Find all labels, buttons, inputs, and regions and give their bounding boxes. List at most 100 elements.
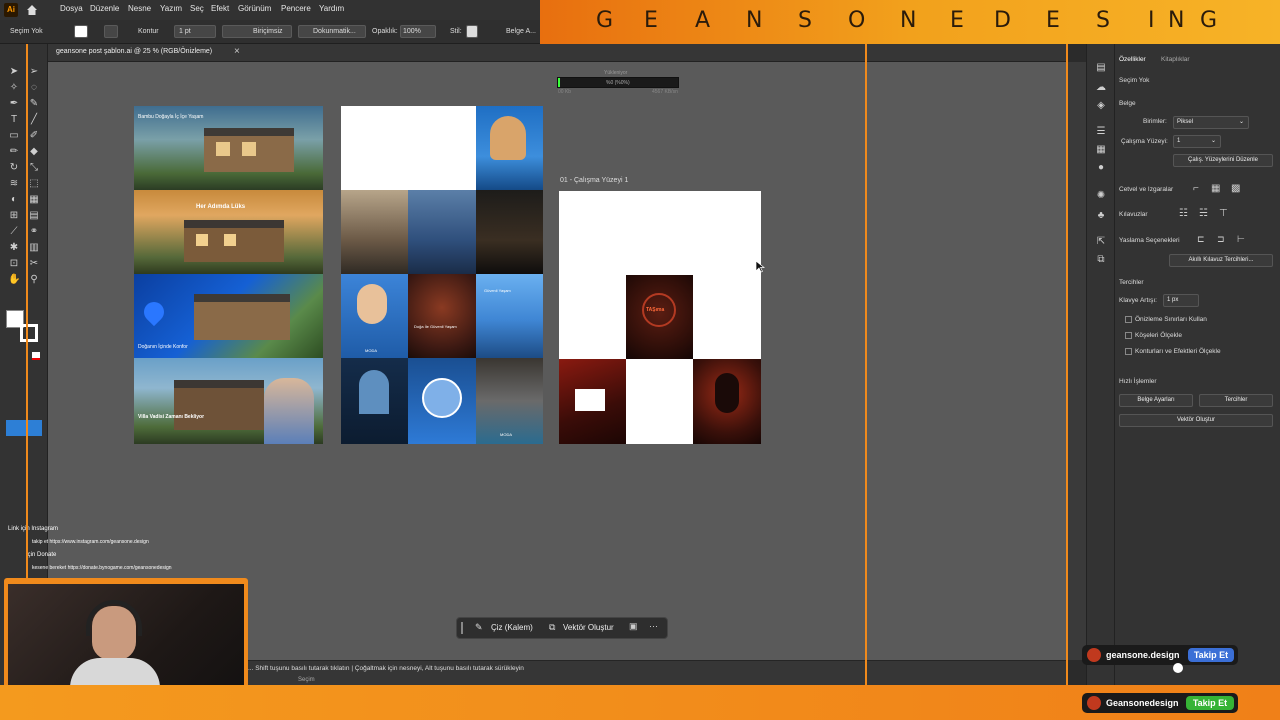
menu-sec[interactable]: Seç: [190, 4, 204, 13]
create-vector-panel-button[interactable]: Vektör Oluştur: [1119, 414, 1273, 427]
artboard-grid[interactable]: MODA Doğa İle Güvenli Yaşam Güvenli Yaşa…: [341, 106, 543, 444]
type-tool-icon[interactable]: T: [8, 114, 20, 126]
create-vector-button[interactable]: Vektör Oluştur: [563, 623, 614, 632]
poster-caption: MODA: [365, 348, 377, 353]
line-tool-icon[interactable]: ╱: [28, 114, 40, 126]
stroke-swatch[interactable]: [104, 25, 118, 38]
tab-properties[interactable]: Özellikler: [1119, 56, 1146, 63]
color-icon[interactable]: ●: [1095, 162, 1107, 174]
artboard-dropdown[interactable]: 1 ⌄: [1173, 135, 1221, 148]
snap-pixel-icon[interactable]: ⊐: [1217, 234, 1225, 245]
stroke-color-swatch[interactable]: [20, 324, 38, 342]
pen-tool-icon[interactable]: ✒: [8, 98, 20, 110]
preview-bounds-checkbox[interactable]: [1125, 316, 1132, 323]
none-swatch[interactable]: [32, 352, 40, 360]
magic-wand-icon[interactable]: ✧: [8, 82, 20, 94]
brush-dropdown[interactable]: Dokunmatik...: [298, 25, 366, 38]
symbols-icon[interactable]: ♣: [1095, 210, 1107, 222]
stroke-weight-field[interactable]: 1 pt: [174, 25, 216, 38]
drag-handle[interactable]: [461, 622, 463, 634]
artboard-tool-icon[interactable]: ⊡: [8, 258, 20, 270]
scale-strokes-checkbox[interactable]: [1125, 348, 1132, 355]
brushes-icon[interactable]: ✺: [1095, 190, 1107, 202]
zoom-icon[interactable]: ⚲: [28, 274, 40, 286]
opacity-label[interactable]: Opaklık:: [372, 28, 398, 35]
lock-guides-icon[interactable]: ☵: [1199, 208, 1208, 219]
fill-swatch[interactable]: [74, 25, 88, 38]
swatches-icon[interactable]: ▦: [1095, 144, 1107, 156]
artboards-icon[interactable]: ⧉: [1095, 254, 1107, 266]
scale-icon[interactable]: ⤡: [28, 162, 40, 174]
perspective-icon[interactable]: ▦: [28, 194, 40, 206]
document-setup-label[interactable]: Belge A...: [506, 28, 536, 35]
follow-button[interactable]: Takip Et: [1188, 648, 1234, 662]
slice-icon[interactable]: ✂: [28, 258, 40, 270]
mesh-icon[interactable]: ⊞: [8, 210, 20, 222]
smart-guides-icon[interactable]: ⊤: [1219, 208, 1228, 219]
artboard-main[interactable]: TAŞıma: [559, 191, 761, 444]
lasso-icon[interactable]: ◌: [28, 82, 40, 94]
edit-artboards-button[interactable]: Çalış. Yüzeylerini Düzenle: [1173, 154, 1273, 167]
shaper-icon[interactable]: ✏: [8, 146, 20, 158]
follow-button[interactable]: Takip Et: [1186, 696, 1234, 710]
symbol-sprayer-icon[interactable]: ✱: [8, 242, 20, 254]
transparency-grid-icon[interactable]: ▩: [1231, 183, 1240, 194]
home-icon[interactable]: [26, 3, 38, 15]
canvas-area[interactable]: Bambu Doğayla İç İçe Yaşam Her Adımda Lü…: [8, 62, 1066, 660]
document-tab[interactable]: geansone post şablon.ai @ 25 % (RGB/Öniz…: [56, 48, 212, 55]
grid-icon[interactable]: ▦: [1211, 183, 1220, 194]
active-tool-highlight[interactable]: [6, 420, 42, 436]
scrollbar-vertical[interactable]: [1068, 62, 1086, 660]
snap-point-icon[interactable]: ⊏: [1197, 234, 1205, 245]
units-dropdown[interactable]: Piksel ⌄: [1173, 116, 1249, 129]
guides-icon[interactable]: ☷: [1179, 208, 1188, 219]
ruler-icon[interactable]: ⌐: [1193, 183, 1199, 194]
graph-icon[interactable]: ▥: [28, 242, 40, 254]
draw-pencil-button[interactable]: Çiz (Kalem): [491, 623, 533, 632]
artboard-villa[interactable]: Bambu Doğayla İç İçe Yaşam Her Adımda Lü…: [134, 106, 323, 444]
close-tab-icon[interactable]: ×: [234, 46, 240, 57]
menu-duzenle[interactable]: Düzenle: [90, 4, 119, 13]
menu-efekt[interactable]: Efekt: [211, 4, 229, 13]
properties-icon[interactable]: ▤: [1095, 62, 1107, 74]
paintbrush-icon[interactable]: ✐: [28, 130, 40, 142]
stroke-label[interactable]: Kontur: [138, 28, 159, 35]
smart-guides-prefs-button[interactable]: Akıllı Kılavuz Tercihleri...: [1169, 254, 1273, 267]
menu-pencere[interactable]: Pencere: [281, 4, 311, 13]
rotate-icon[interactable]: ↻: [8, 162, 20, 174]
rectangle-icon[interactable]: ▭: [8, 130, 20, 142]
app-logo[interactable]: Ai: [4, 3, 18, 17]
eyedropper-icon[interactable]: ⟋: [8, 226, 20, 238]
selection-tool-icon[interactable]: ➤: [8, 66, 20, 78]
align-icon[interactable]: ☰: [1095, 126, 1107, 138]
direct-selection-icon[interactable]: ➢: [28, 66, 40, 78]
opacity-field[interactable]: 100%: [400, 25, 436, 38]
artboard-label[interactable]: 01 - Çalışma Yüzeyi 1: [560, 177, 628, 184]
curvature-icon[interactable]: ✎: [28, 98, 40, 110]
stroke-profile-dropdown[interactable]: Biriçimsiz: [222, 25, 292, 38]
gradient-icon[interactable]: ▤: [28, 210, 40, 222]
tab-libraries[interactable]: Kitaplıklar: [1161, 56, 1190, 63]
scale-corners-checkbox[interactable]: [1125, 332, 1132, 339]
free-transform-icon[interactable]: ⬚: [28, 178, 40, 190]
snap-glyph-icon[interactable]: ⊢: [1237, 234, 1245, 245]
warp-icon[interactable]: ≋: [8, 178, 20, 190]
document-setup-button[interactable]: Belge Ayarları: [1119, 394, 1193, 407]
blend-icon[interactable]: ⚭: [28, 226, 40, 238]
menu-dosya[interactable]: Dosya: [60, 4, 83, 13]
export-icon[interactable]: ⇱: [1095, 236, 1107, 248]
menu-yardim[interactable]: Yardım: [319, 4, 344, 13]
menu-gorunum[interactable]: Görünüm: [238, 4, 271, 13]
style-swatch[interactable]: [466, 25, 478, 38]
keyboard-increment-field[interactable]: 1 px: [1163, 294, 1199, 307]
more-icon[interactable]: ⋯: [649, 621, 658, 632]
image-icon[interactable]: ▣: [629, 621, 638, 632]
layers-icon[interactable]: ◈: [1095, 100, 1107, 112]
menu-nesne[interactable]: Nesne: [128, 4, 151, 13]
preferences-button[interactable]: Tercihler: [1199, 394, 1273, 407]
eraser-icon[interactable]: ◆: [28, 146, 40, 158]
shape-builder-icon[interactable]: ◐: [8, 194, 20, 206]
hand-icon[interactable]: ✋: [8, 274, 20, 286]
menu-yazim[interactable]: Yazım: [160, 4, 182, 13]
libraries-icon[interactable]: ☁: [1095, 82, 1107, 94]
